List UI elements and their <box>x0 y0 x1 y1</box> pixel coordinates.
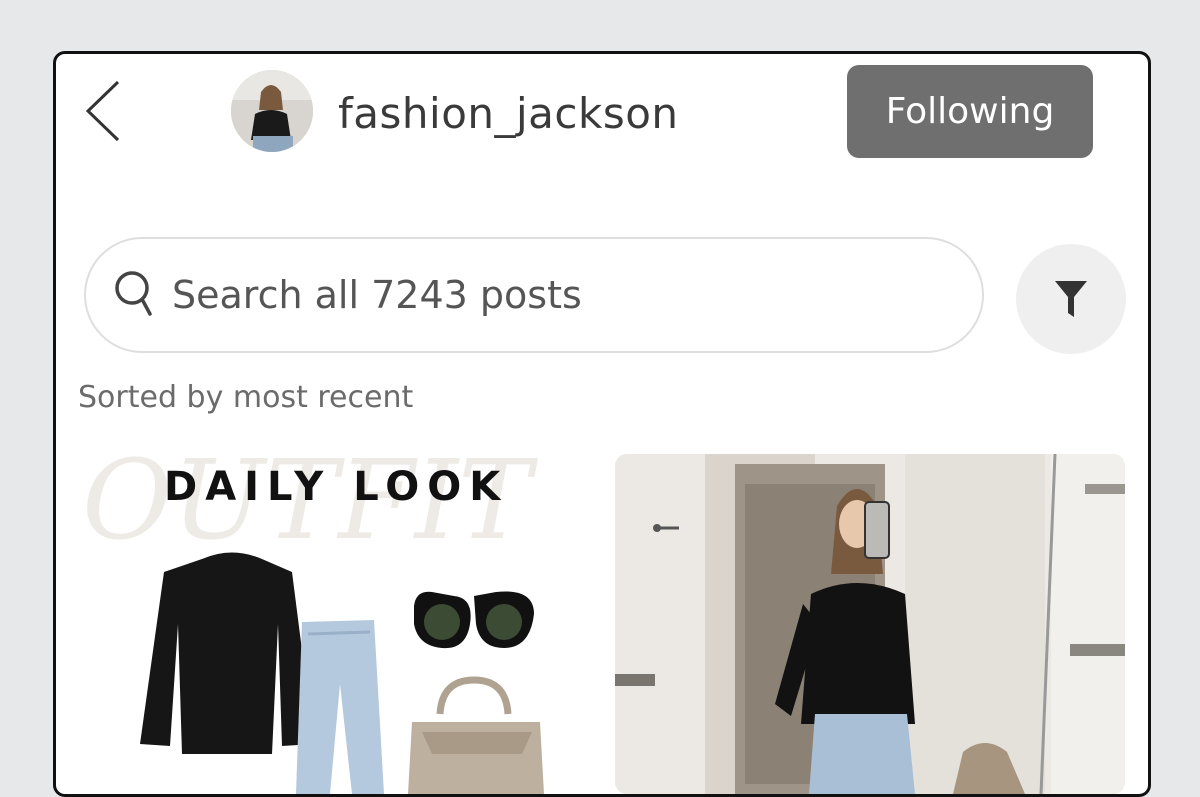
post-title: DAILY LOOK <box>164 464 509 510</box>
search-icon <box>115 271 152 316</box>
filter-icon <box>1055 281 1087 317</box>
back-button[interactable] <box>82 78 126 144</box>
chevron-left-icon <box>85 80 120 142</box>
post-image <box>615 454 1125 794</box>
following-button[interactable]: Following <box>847 65 1093 158</box>
sort-label: Sorted by most recent <box>78 380 414 415</box>
app-window: fashion_jackson Following Sorted by most… <box>53 51 1151 797</box>
avatar-image <box>231 70 313 152</box>
search-input[interactable] <box>170 272 954 318</box>
search-bar[interactable] <box>84 237 984 353</box>
post-card[interactable]: OUTFIT DAILY LOOK <box>82 454 582 794</box>
filter-button[interactable] <box>1016 244 1126 354</box>
post-card[interactable] <box>615 454 1125 794</box>
avatar[interactable] <box>231 70 313 152</box>
profile-username[interactable]: fashion_jackson <box>338 88 679 140</box>
